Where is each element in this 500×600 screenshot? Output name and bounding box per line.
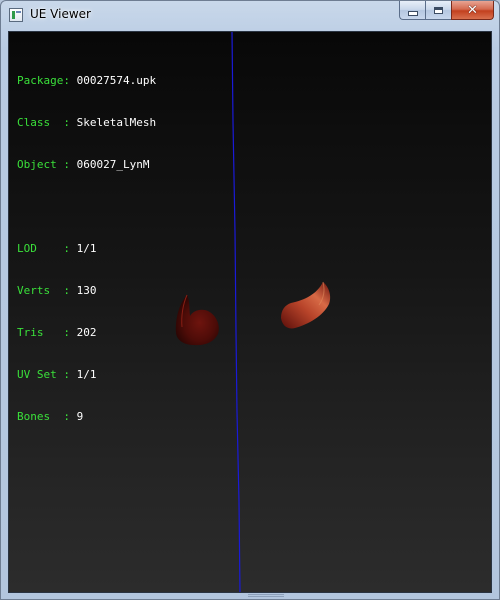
- info-row-lod: LOD : 1/1: [17, 242, 156, 256]
- maximize-button[interactable]: [425, 1, 451, 20]
- window-title: UE Viewer: [30, 7, 91, 21]
- info-row-object: Object : 060027_LynM: [17, 158, 156, 172]
- close-button[interactable]: ✕: [451, 1, 494, 20]
- mesh-info-overlay: Package: 00027574.upk Class : SkeletalMe…: [17, 46, 156, 452]
- window-bottom-border[interactable]: [1, 593, 499, 599]
- info-label: LOD :: [17, 242, 70, 255]
- info-label: Tris :: [17, 326, 70, 339]
- info-label: Object :: [17, 158, 70, 171]
- info-label: Verts :: [17, 284, 70, 297]
- app-window: UE Viewer ✕ Package: 00027574.upk Class …: [0, 0, 500, 600]
- minimize-button[interactable]: [399, 1, 425, 20]
- app-icon[interactable]: [9, 8, 23, 22]
- info-row-bones: Bones : 9: [17, 410, 156, 424]
- info-value: 9: [76, 410, 84, 423]
- close-icon: ✕: [467, 2, 478, 18]
- info-value: 130: [76, 284, 97, 297]
- caption-buttons: ✕: [399, 1, 494, 21]
- info-row-verts: Verts : 130: [17, 284, 156, 298]
- info-row-class: Class : SkeletalMesh: [17, 116, 156, 130]
- info-label: Class :: [17, 116, 70, 129]
- info-value: SkeletalMesh: [76, 116, 157, 129]
- info-value: 1/1: [76, 242, 97, 255]
- info-value: 1/1: [76, 368, 97, 381]
- maximize-icon: [434, 6, 443, 14]
- info-label: Bones :: [17, 410, 70, 423]
- mesh-part-right: [281, 281, 331, 329]
- minimize-icon: [407, 11, 418, 16]
- info-row-package: Package: 00027574.upk: [17, 74, 156, 88]
- info-value: 060027_LynM: [76, 158, 150, 171]
- info-row-tris: Tris : 202: [17, 326, 156, 340]
- info-value: 202: [76, 326, 97, 339]
- info-value: 00027574.upk: [76, 74, 157, 87]
- info-label: UV Set :: [17, 368, 70, 381]
- info-row-uv-set: UV Set : 1/1: [17, 368, 156, 382]
- info-label: Package:: [17, 74, 70, 87]
- resize-grip[interactable]: [248, 594, 284, 597]
- 3d-viewport[interactable]: Package: 00027574.upk Class : SkeletalMe…: [8, 31, 492, 593]
- title-bar[interactable]: UE Viewer ✕: [1, 1, 499, 31]
- info-spacer: [17, 200, 156, 214]
- mesh-part-left: [175, 294, 219, 346]
